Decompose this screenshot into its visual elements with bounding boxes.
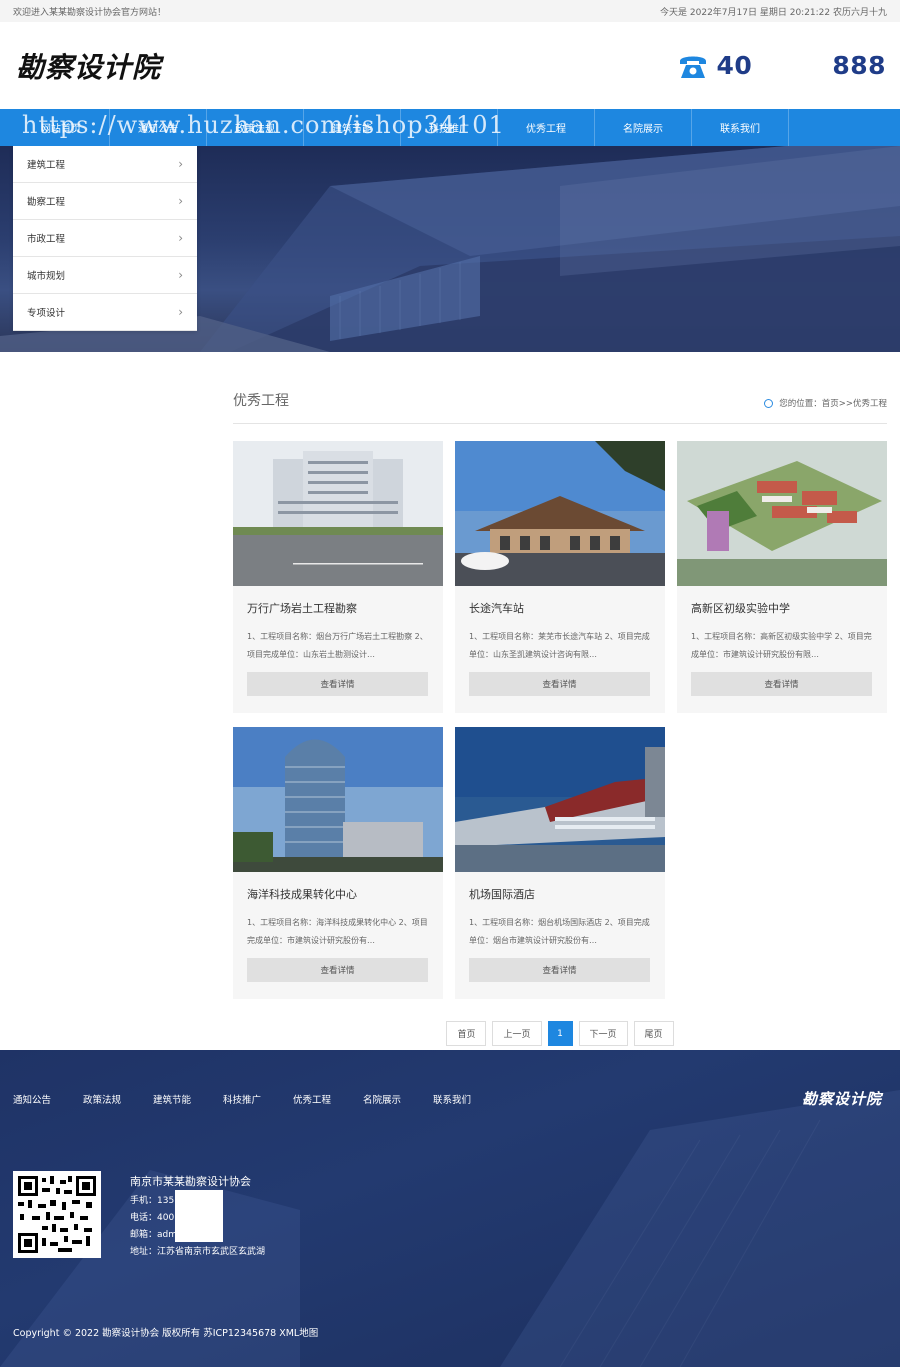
view-details-button[interactable]: 查看详情 <box>247 672 428 696</box>
divider <box>233 423 887 424</box>
project-title[interactable]: 长途汽车站 <box>469 600 651 616</box>
footer-link-institutes[interactable]: 名院展示 <box>363 1092 433 1106</box>
address-text: 地址：江苏省南京市玄武区玄武湖 <box>130 1247 266 1257</box>
chevron-right-icon: › <box>178 305 183 319</box>
category-label: 专项设计 <box>27 308 66 319</box>
last-page-button[interactable]: 尾页 <box>633 1021 674 1046</box>
footer: 通知公告 政策法规 建筑节能 科技推广 优秀工程 名院展示 联系我们 勘察设计院… <box>0 1050 900 1367</box>
project-card[interactable]: 万行广场岩土工程勘察 1、工程项目名称：烟台万行广场岩土工程勘察 2、项目完成单… <box>233 441 443 713</box>
project-grid: 万行广场岩土工程勘察 1、工程项目名称：烟台万行广场岩土工程勘察 2、项目完成单… <box>233 441 887 999</box>
category-item-survey[interactable]: 勘察工程 › <box>13 183 197 220</box>
redaction-box <box>175 1190 223 1242</box>
prev-page-button[interactable]: 上一页 <box>492 1021 542 1046</box>
category-menu: 建筑工程 › 勘察工程 › 市政工程 › 城市规划 › 专项设计 › <box>13 146 197 331</box>
nav-item-contact[interactable]: 联系我们 <box>692 109 789 146</box>
view-details-button[interactable]: 查看详情 <box>247 958 428 982</box>
project-title[interactable]: 机场国际酒店 <box>469 886 651 902</box>
breadcrumb-text[interactable]: 您的位置：首页>>优秀工程 <box>779 397 887 409</box>
copyright: Copyright © 2022 勘察设计协会 版权所有 苏ICP1234567… <box>13 1328 319 1339</box>
category-label: 城市规划 <box>27 271 66 282</box>
view-details-button[interactable]: 查看详情 <box>469 958 650 982</box>
project-image[interactable] <box>455 727 665 872</box>
section-title: 优秀工程 <box>233 393 289 409</box>
project-card[interactable]: 高新区初级实验中学 1、工程项目名称：高新区初级实验中学 2、项目完成单位：市建… <box>677 441 887 713</box>
welcome-text: 欢迎进入某某勘察设计协会官方网站！ <box>13 7 167 18</box>
nav-item-institutes[interactable]: 名院展示 <box>595 109 692 146</box>
project-image[interactable] <box>455 441 665 586</box>
site-logo[interactable]: 勘察设计院 <box>16 46 161 86</box>
view-details-button[interactable]: 查看详情 <box>469 672 650 696</box>
footer-link-energy[interactable]: 建筑节能 <box>153 1092 223 1106</box>
nav-item-home[interactable]: 网站首页 <box>13 109 110 146</box>
category-label: 勘察工程 <box>27 197 66 208</box>
nav-item-notices[interactable]: 通知公告 <box>110 109 207 146</box>
category-item-urban-planning[interactable]: 城市规划 › <box>13 257 197 294</box>
phone-number: 40 888 <box>716 51 886 80</box>
category-label: 市政工程 <box>27 234 66 245</box>
pagination: 首页 上一页 1 下一页 尾页 <box>233 1021 887 1046</box>
category-label: 建筑工程 <box>27 160 66 171</box>
footer-link-projects[interactable]: 优秀工程 <box>293 1092 363 1106</box>
chevron-right-icon: › <box>178 231 183 245</box>
footer-link-tech[interactable]: 科技推广 <box>223 1092 293 1106</box>
qr-code-icon <box>13 1171 101 1258</box>
footer-link-policies[interactable]: 政策法规 <box>83 1092 153 1106</box>
project-title[interactable]: 万行广场岩土工程勘察 <box>247 600 429 616</box>
first-page-button[interactable]: 首页 <box>446 1021 487 1046</box>
project-desc: 1、工程项目名称：海洋科技成果转化中心 2、项目完成单位：市建筑设计研究股份有… <box>247 918 428 945</box>
main-nav: 网站首页 通知公告 政策法规 建筑节能 科技推广 优秀工程 名院展示 联系我们 … <box>0 109 900 146</box>
project-image[interactable] <box>677 441 887 586</box>
org-name: 南京市某某勘察设计协会 <box>130 1175 251 1188</box>
category-item-building[interactable]: 建筑工程 › <box>13 146 197 183</box>
category-item-special-design[interactable]: 专项设计 › <box>13 294 197 331</box>
project-card[interactable]: 长途汽车站 1、工程项目名称：莱芜市长途汽车站 2、项目完成单位：山东圣凯建筑设… <box>455 441 665 713</box>
current-page-button[interactable]: 1 <box>547 1021 573 1046</box>
project-title[interactable]: 高新区初级实验中学 <box>691 600 873 616</box>
header: 勘察设计院 40 888 <box>0 22 900 109</box>
project-desc: 1、工程项目名称：烟台机场国际酒店 2、项目完成单位：烟台市建筑设计研究股份有… <box>469 918 650 945</box>
main-content: 优秀工程 您的位置：首页>>优秀工程 万行广场岩土工程勘察 1、工程项目名称：烟… <box>0 352 900 1046</box>
footer-nav: 通知公告 政策法规 建筑节能 科技推广 优秀工程 名院展示 联系我们 <box>13 1092 503 1106</box>
nav-item-energy[interactable]: 建筑节能 <box>304 109 401 146</box>
project-image[interactable] <box>233 441 443 586</box>
view-details-button[interactable]: 查看详情 <box>691 672 872 696</box>
project-card[interactable]: 海洋科技成果转化中心 1、工程项目名称：海洋科技成果转化中心 2、项目完成单位：… <box>233 727 443 999</box>
nav-item-projects[interactable]: 优秀工程 <box>498 109 595 146</box>
nav-item-tech[interactable]: 科技推广 <box>401 109 498 146</box>
location-icon <box>764 398 774 408</box>
project-desc: 1、工程项目名称：烟台万行广场岩土工程勘察 2、项目完成单位：山东岩土勘测设计… <box>247 632 428 659</box>
footer-logo: 勘察设计院 <box>801 1090 882 1108</box>
hotline: 40 888 <box>677 51 886 81</box>
top-bar: 欢迎进入某某勘察设计协会官方网站！ 今天是 2022年7月17日 星期日 20:… <box>0 0 900 22</box>
project-title[interactable]: 海洋科技成果转化中心 <box>247 886 429 902</box>
footer-link-notices[interactable]: 通知公告 <box>13 1092 83 1106</box>
hero-banner: 建筑工程 › 勘察工程 › 市政工程 › 城市规划 › 专项设计 › <box>0 146 900 352</box>
chevron-right-icon: › <box>178 268 183 282</box>
chevron-right-icon: › <box>178 157 183 171</box>
nav-item-policies[interactable]: 政策法规 <box>207 109 304 146</box>
chevron-right-icon: › <box>178 194 183 208</box>
phone-icon <box>679 56 706 78</box>
project-desc: 1、工程项目名称：高新区初级实验中学 2、项目完成单位：市建筑设计研究股份有限… <box>691 632 872 659</box>
category-item-municipal[interactable]: 市政工程 › <box>13 220 197 257</box>
project-image[interactable] <box>233 727 443 872</box>
footer-link-contact[interactable]: 联系我们 <box>433 1092 503 1106</box>
date-text: 今天是 2022年7月17日 星期日 20:21:22 农历六月十九 <box>660 7 887 18</box>
project-desc: 1、工程项目名称：莱芜市长途汽车站 2、项目完成单位：山东圣凯建筑设计咨询有限… <box>469 632 650 659</box>
breadcrumb: 您的位置：首页>>优秀工程 <box>764 397 887 423</box>
next-page-button[interactable]: 下一页 <box>578 1021 628 1046</box>
project-card[interactable]: 机场国际酒店 1、工程项目名称：烟台机场国际酒店 2、项目完成单位：烟台市建筑设… <box>455 727 665 999</box>
